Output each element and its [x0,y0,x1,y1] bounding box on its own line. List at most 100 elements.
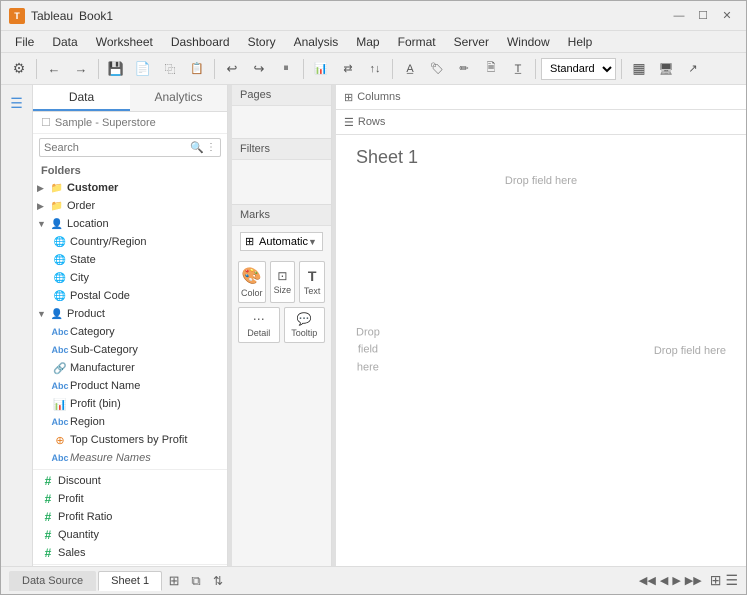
separator-3 [214,59,215,79]
dim-productname[interactable]: Abc Product Name [33,377,227,395]
dim-topcustomers[interactable]: ⊕ Top Customers by Profit [33,431,227,449]
measure-profitratio[interactable]: # Profit Ratio [33,508,227,526]
measure-profit[interactable]: # Profit [33,490,227,508]
pages-header: Pages [232,85,331,106]
tooltip-icon[interactable]: 🗎 [479,57,503,81]
standard-dropdown[interactable]: Standard [541,58,616,80]
rows-icon: ☰ [344,116,354,129]
close-button[interactable]: ✕ [716,7,738,25]
save-button[interactable]: 💾 [104,57,128,81]
show-me-button[interactable]: 📊 [309,57,333,81]
menu-format[interactable]: Format [390,33,444,51]
back-button[interactable]: ← [42,57,66,81]
dim-postal[interactable]: 🌐 Postal Code [33,287,227,305]
dim-region[interactable]: Abc Region [33,413,227,431]
tab-analytics[interactable]: Analytics [130,85,227,111]
left-drop-hint[interactable]: Drop field here [356,324,380,377]
pages-drop-area[interactable] [232,106,331,134]
measure-discount[interactable]: # Discount [33,472,227,490]
menu-worksheet[interactable]: Worksheet [88,33,161,51]
label-button[interactable]: 🏷 [425,57,449,81]
abc-icon: Abc [53,325,67,339]
caption-button[interactable]: T̲ [506,57,530,81]
viz-type-button[interactable]: ▦ [627,57,651,81]
add-sheet-button[interactable]: ⊞ [164,571,184,591]
mark-size-button[interactable]: ⊡ Size [270,261,296,303]
dim-profitbin[interactable]: 📊 Profit (bin) [33,395,227,413]
pause-button[interactable]: ⏸ [274,57,298,81]
dim-city[interactable]: 🌐 City [33,269,227,287]
format-button[interactable]: ✏ [452,57,476,81]
right-drop-hint[interactable]: Drop field here [654,345,726,357]
undo-button[interactable]: ↩ [220,57,244,81]
tab-datasource[interactable]: Data Source [9,571,96,591]
folder-order[interactable]: ▶ 📁 Order [33,197,227,215]
menu-analysis[interactable]: Analysis [286,33,347,51]
measure-sales[interactable]: # Sales [33,544,227,562]
folder-customer[interactable]: ▶ 📁 Customer [33,179,227,197]
list-view-icon[interactable]: ☰ [725,572,738,589]
dim-subcategory[interactable]: Abc Sub-Category [33,341,227,359]
expand-icon: ▶ [37,183,47,194]
page-end-icon[interactable]: ▶▶ [685,574,702,587]
separator-4 [303,59,304,79]
minimize-button[interactable]: — [668,7,690,25]
dim-state[interactable]: 🌐 State [33,251,227,269]
paste-button[interactable]: 📋 [185,57,209,81]
mark-detail-button[interactable]: ⋯ Detail [238,307,280,343]
page-back-icon[interactable]: ◀◀ [639,574,656,587]
dim-country[interactable]: 🌐 Country/Region [33,233,227,251]
search-input[interactable] [44,142,190,154]
forward-button[interactable]: → [69,57,93,81]
page-prev-icon[interactable]: ◀ [660,574,668,587]
new-sheet-button[interactable]: 📄 [131,57,155,81]
swap-button[interactable]: ⇄ [336,57,360,81]
menu-bar: File Data Worksheet Dashboard Story Anal… [1,31,746,53]
duplicate-sheet-button[interactable]: ⧉ [186,571,206,591]
measure-quantity[interactable]: # Quantity [33,526,227,544]
top-drop-hint[interactable]: Drop field here [505,175,577,187]
marks-type-dropdown[interactable]: ⊞ Automatic ▼ [240,232,323,251]
menu-file[interactable]: File [7,33,42,51]
menu-dashboard[interactable]: Dashboard [163,33,238,51]
device-preview-button[interactable]: 🖥 [654,57,678,81]
data-tab-icon[interactable]: ☰ [3,89,31,117]
panel-tabs: Data Analytics [33,85,227,112]
data-connection-icon[interactable]: ⚙ [7,57,31,81]
dim-measurenames[interactable]: Abc Measure Names [33,449,227,467]
menu-data[interactable]: Data [44,33,85,51]
maximize-button[interactable]: ☐ [692,7,714,25]
divider-2 [33,564,227,565]
filters-drop-area[interactable] [232,160,331,204]
folder-product[interactable]: ▼ 👤 Product [33,305,227,323]
dim-manufacturer[interactable]: 🔗 Manufacturer [33,359,227,377]
menu-story[interactable]: Story [240,33,284,51]
tree-container[interactable]: ▶ 📁 Customer ▶ 📁 Order ▼ 👤 Location [33,179,227,566]
highlight-button[interactable]: A̲ [398,57,422,81]
status-bar: Data Source Sheet 1 ⊞ ⧉ ⇅ ◀◀ ◀ ▶ ▶▶ ⊞ ☰ [1,566,746,594]
marks-section: Marks ⊞ Automatic ▼ 🎨 Color ⊡ Size [232,205,331,566]
menu-help[interactable]: Help [560,33,601,51]
redo-button[interactable]: ↪ [247,57,271,81]
rows-drop-zone[interactable] [393,113,738,131]
page-next-icon[interactable]: ▶ [672,574,680,587]
copy-button[interactable]: ⿻ [158,57,182,81]
profit-label: Profit [58,493,84,505]
menu-server[interactable]: Server [446,33,497,51]
data-panel: Data Analytics ☐ Sample - Superstore 🔍 ⋮… [33,85,228,566]
mark-color-button[interactable]: 🎨 Color [238,261,266,303]
columns-drop-zone[interactable] [409,88,738,106]
tab-sheet1[interactable]: Sheet 1 [98,571,162,591]
middle-panel: Pages Filters Marks ⊞ Automatic ▼ 🎨 [232,85,332,566]
swap-rows-cols-button[interactable]: ⇅ [208,571,228,591]
dim-category[interactable]: Abc Category [33,323,227,341]
menu-map[interactable]: Map [348,33,387,51]
sort-asc-button[interactable]: ↑↓ [363,57,387,81]
folder-location[interactable]: ▼ 👤 Location [33,215,227,233]
tab-data[interactable]: Data [33,85,130,111]
mark-text-button[interactable]: T Text [299,261,325,303]
grid-view-icon[interactable]: ⊞ [710,572,722,589]
share-button[interactable]: ↗ [681,57,705,81]
menu-window[interactable]: Window [499,33,558,51]
mark-tooltip-button[interactable]: 💬 Tooltip [284,307,326,343]
